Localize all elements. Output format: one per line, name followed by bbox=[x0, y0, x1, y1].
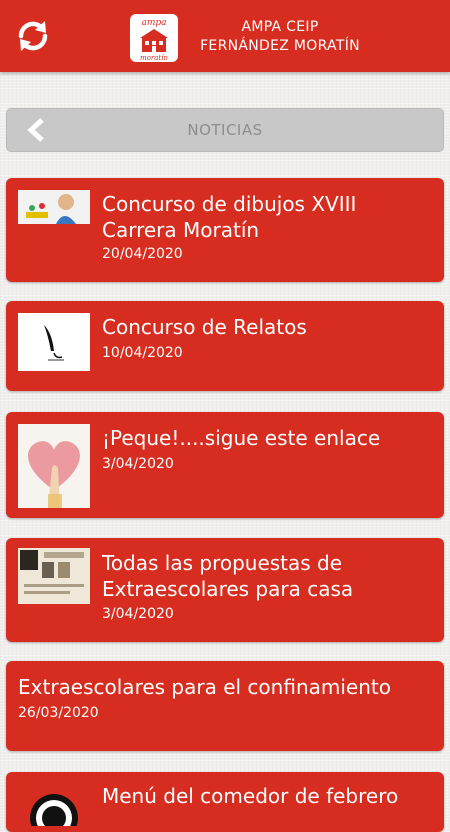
section-title: NOTICIAS bbox=[187, 121, 263, 139]
quill-pen-icon bbox=[18, 313, 90, 371]
news-title: Todas las propuestas de Extraescolares p… bbox=[102, 551, 354, 601]
news-title: Extraescolares para el confinamiento bbox=[18, 675, 391, 699]
app-title-line2: FERNÁNDEZ MORATÍN bbox=[200, 38, 360, 54]
news-title: Menú del comedor de febrero bbox=[102, 784, 399, 808]
refresh-icon[interactable] bbox=[14, 17, 52, 55]
news-item[interactable]: Extraescolares para el confinamiento 26/… bbox=[6, 661, 444, 751]
round-logo-image bbox=[18, 786, 90, 826]
heart-hand-painting bbox=[18, 424, 90, 508]
poster-image bbox=[18, 548, 90, 604]
news-date: 10/04/2020 bbox=[102, 345, 183, 361]
news-item[interactable]: ¡Peque!....sigue este enlace 3/04/2020 bbox=[6, 412, 444, 518]
news-item[interactable]: Concurso de Relatos 10/04/2020 bbox=[6, 301, 444, 391]
app-title: AMPA CEIP FERNÁNDEZ MORATÍN bbox=[185, 18, 375, 56]
news-item[interactable]: Todas las propuestas de Extraescolares p… bbox=[6, 538, 444, 642]
news-date: 3/04/2020 bbox=[102, 456, 174, 472]
ampa-logo: ampa moratín bbox=[130, 14, 178, 62]
app-header: ampa moratín AMPA CEIP FERNÁNDEZ MORATÍN bbox=[0, 0, 450, 72]
news-item[interactable]: Concurso de dibujos XVIII Carrera Moratí… bbox=[6, 178, 444, 282]
news-date: 20/04/2020 bbox=[102, 246, 183, 262]
section-header: NOTICIAS bbox=[6, 108, 444, 152]
logo-text-top: ampa bbox=[141, 18, 166, 28]
news-date: 3/04/2020 bbox=[102, 606, 174, 622]
news-title: Concurso de Relatos bbox=[102, 315, 307, 339]
news-date: 26/03/2020 bbox=[18, 705, 99, 721]
app-title-line1: AMPA CEIP bbox=[241, 19, 319, 35]
news-title: ¡Peque!....sigue este enlace bbox=[102, 426, 381, 450]
news-title: Concurso de dibujos XVIII Carrera Moratí… bbox=[102, 192, 357, 242]
child-painting-photo bbox=[18, 190, 90, 224]
news-item[interactable]: Menú del comedor de febrero bbox=[6, 772, 444, 832]
logo-text-bottom: moratín bbox=[140, 54, 168, 62]
